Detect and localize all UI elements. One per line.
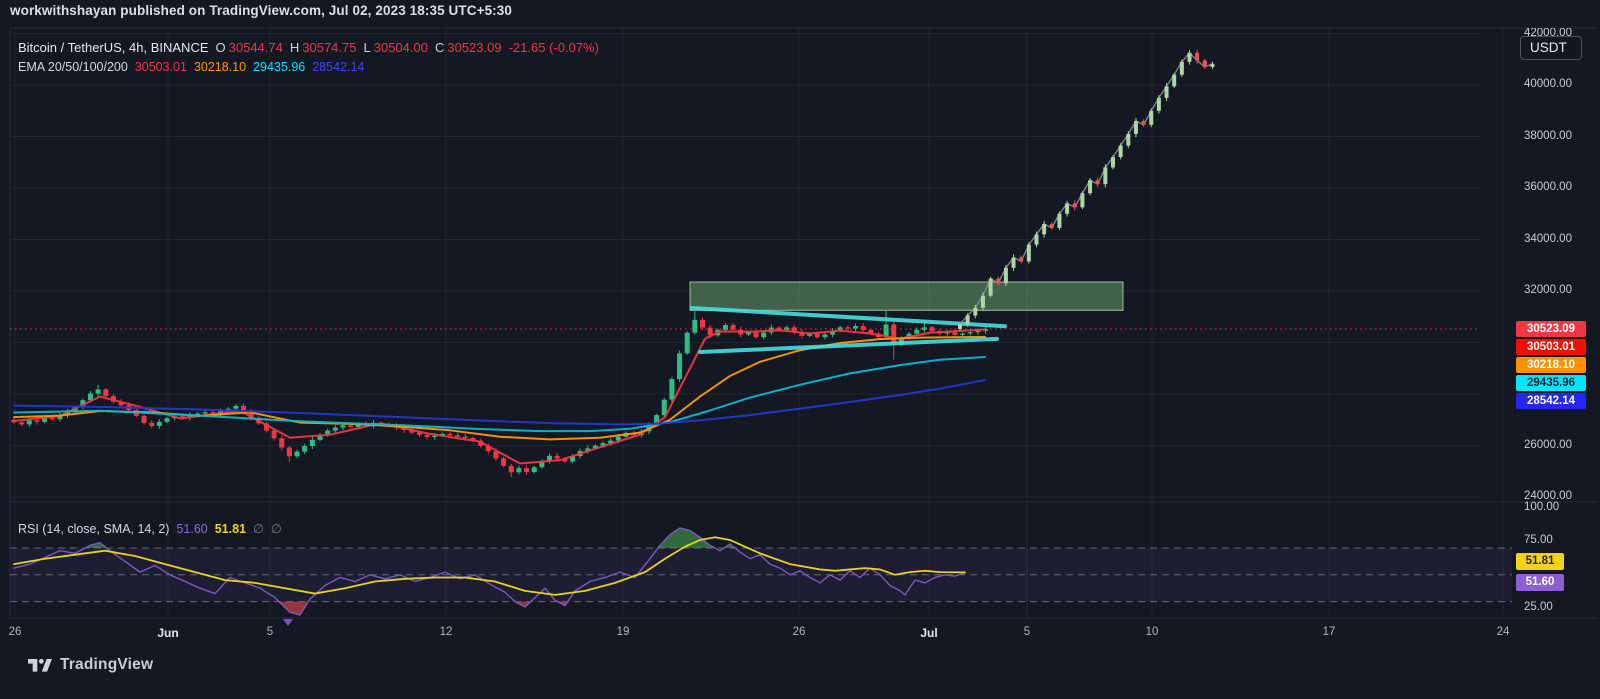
ohlc-open-value: 30544.74 [228,40,283,55]
supply-zone-rectangle[interactable] [689,281,1124,311]
price-tick-label: 26000.00 [1524,438,1572,451]
price-label: 28542.14 [1516,393,1586,410]
tradingview-snapshot: workwithshayan published on TradingView.… [0,0,1600,699]
change-value: -21.65 (-0.07%) [508,40,599,55]
price-label: 30523.09 [1516,321,1586,338]
time-tick-label: 5 [1023,626,1031,638]
price-tick-label: 40000.00 [1524,78,1572,90]
price-tick-label: 42000.00 [1524,28,1572,39]
ema200-value: 28542.14 [312,59,365,74]
ohlc-close-value: 30523.09 [447,40,502,55]
rsi-tick-label: 100.00 [1524,500,1560,513]
time-tick-label: 17 [1322,626,1336,638]
time-axis[interactable]: 26 Jun 5 12 19 26 Jul 5 10 17 24 [0,618,1600,652]
symbol-legend-row[interactable]: Bitcoin / TetherUS, 4h, BINANCE O 30544.7… [18,38,599,57]
ema20-value: 30503.01 [134,59,187,74]
ohlc-low-label: L [363,40,371,55]
rsi-sma-value: 51.81 [214,521,247,536]
price-label: 30503.01 [1516,339,1586,356]
time-tick-label: 5 [266,626,274,638]
time-tick-label: 12 [439,626,453,638]
time-tick-label: 24 [1496,626,1510,638]
price-tick-label: 34000.00 [1524,232,1572,245]
tradingview-wordmark: TradingView [60,656,154,673]
tradingview-logo[interactable]: TradingView [28,656,153,674]
rsi-label: 51.81 [1516,553,1564,571]
time-tick-label: 19 [616,626,630,638]
symbol-title: Bitcoin / TetherUS, 4h, BINANCE [18,40,209,55]
price-label: 29435.96 [1516,375,1586,392]
main-legend: Bitcoin / TetherUS, 4h, BINANCE O 30544.7… [18,38,599,76]
time-tick-label: Jul [920,626,938,640]
time-tick-label: 26 [8,626,22,638]
time-tick-label: Jun [157,626,179,640]
rsi-label: 51.60 [1516,573,1564,591]
ema-200-line [13,379,986,426]
rsi-legend-row[interactable]: RSI (14, close, SMA, 14, 2) 51.60 51.81 … [18,519,282,538]
price-tick-label: 36000.00 [1524,181,1572,193]
ema100-value: 29435.96 [253,59,306,74]
rsi-tick-label: 25.00 [1524,601,1553,614]
rsi-legend: RSI (14, close, SMA, 14, 2) 51.60 51.81 … [18,519,282,538]
ohlc-close-label: C [434,40,445,55]
time-axis-marker-icon [283,619,293,626]
rsi-null-1: ∅ [253,522,264,536]
tradingview-logo-icon [28,658,52,672]
ema50-value: 30218.10 [193,59,247,74]
ohlc-open-label: O [215,40,226,55]
rsi-null-2: ∅ [270,522,282,536]
chart-canvas[interactable] [0,0,1600,699]
price-tick-label: 38000.00 [1524,129,1572,142]
ema-legend-row[interactable]: EMA 20/50/100/200 30503.01 30218.10 2943… [18,57,599,76]
time-tick-label: 26 [792,626,806,638]
rsi-tick-label: 75.00 [1524,534,1553,547]
trendline-lower[interactable] [698,336,999,355]
rsi-value: 51.60 [176,521,208,536]
time-tick-label: 10 [1145,626,1159,638]
ohlc-high-value: 30574.75 [302,40,357,55]
price-label: 30218.10 [1516,357,1586,374]
ohlc-high-label: H [289,40,300,55]
ema-legend-title: EMA 20/50/100/200 [18,59,128,74]
price-axis[interactable]: 42000.00 40000.00 38000.00 36000.00 34000.00… [1484,28,1600,618]
price-tick-label: 32000.00 [1524,284,1572,296]
rsi-legend-title: RSI (14, close, SMA, 14, 2) [18,521,170,536]
ohlc-low-value: 30504.00 [373,40,428,55]
ema-20-line [13,328,986,465]
